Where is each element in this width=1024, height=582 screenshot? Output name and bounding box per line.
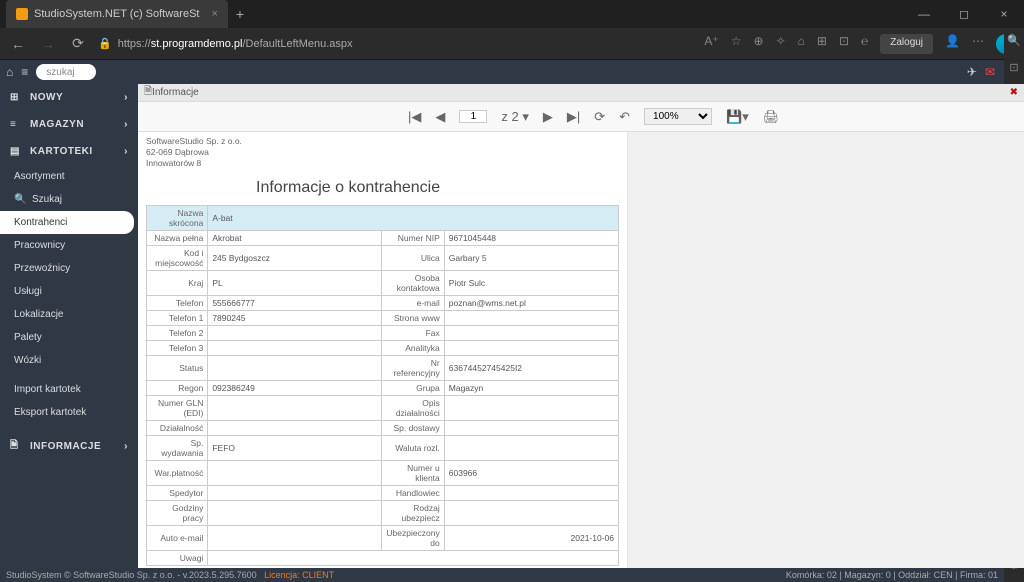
company-name: SoftwareStudio Sp. z o.o. bbox=[146, 136, 619, 147]
sidebar-item-kontrahenci[interactable]: Kontrahenci bbox=[0, 211, 134, 234]
report-body: SoftwareStudio Sp. z o.o. 62-069 Dąbrowa… bbox=[138, 132, 628, 568]
sidebar-item-pracownicy[interactable]: Pracownicy bbox=[0, 234, 138, 257]
plus-box-icon: ⊞ bbox=[10, 92, 22, 103]
read-aloud-icon[interactable]: A⁺ bbox=[704, 34, 718, 54]
status-left: StudioSystem © SoftwareStudio Sp. z o.o.… bbox=[6, 570, 257, 580]
sidebar-item-eksport-kartotek[interactable]: Eksport kartotek bbox=[0, 401, 138, 424]
doc-icon: 🗎 bbox=[10, 438, 22, 455]
company-street: Innowatorów 8 bbox=[146, 158, 619, 169]
prev-page-button[interactable]: ◀ bbox=[435, 109, 445, 125]
page-of-label: z 2 ▾ bbox=[501, 109, 528, 125]
print-button[interactable]: 🖨 bbox=[763, 109, 780, 125]
refresh-report-button[interactable]: ⟳ bbox=[594, 109, 605, 125]
send-icon[interactable]: ✈ bbox=[967, 65, 977, 79]
app-topbar: ⌂ ≡ szukaj ✈ ✉ 👤 bbox=[0, 60, 1024, 84]
content-header: 🗎 Informacje ✖ bbox=[138, 84, 1024, 102]
sidebar-item-asortyment[interactable]: Asortyment bbox=[0, 165, 138, 188]
sidebar-section-nowy[interactable]: ⊞ NOWY › bbox=[0, 84, 138, 111]
close-panel-icon[interactable]: ✖ bbox=[1010, 87, 1018, 98]
search-input[interactable]: szukaj bbox=[36, 64, 96, 80]
close-tab-icon[interactable]: × bbox=[211, 8, 217, 20]
star-icon[interactable]: ☆ bbox=[731, 34, 742, 54]
sidebar-item-szukaj[interactable]: 🔍Szukaj bbox=[0, 188, 138, 211]
edge-bag-icon[interactable]: ⊡ bbox=[1009, 61, 1018, 74]
sidebar-section-kartoteki[interactable]: ▤ KARTOTEKI › bbox=[0, 138, 138, 165]
back-parent-button[interactable]: ↶ bbox=[619, 109, 630, 125]
forward-button[interactable]: → bbox=[38, 36, 58, 52]
chevron-right-icon: › bbox=[124, 92, 128, 103]
ext3-icon[interactable]: ⊡ bbox=[839, 34, 849, 54]
window-close-button[interactable]: × bbox=[984, 0, 1024, 28]
item-icon: 🔍 bbox=[14, 194, 26, 205]
login-button[interactable]: Zaloguj bbox=[880, 34, 933, 54]
menu-button[interactable]: ⋯ bbox=[972, 34, 984, 54]
chevron-right-icon: › bbox=[124, 441, 128, 452]
status-bar: StudioSystem © SoftwareStudio Sp. z o.o.… bbox=[0, 568, 1004, 582]
sidebar-item-palety[interactable]: Palety bbox=[0, 326, 138, 349]
collections-icon[interactable]: ⊞ bbox=[817, 34, 827, 54]
page-number-input[interactable] bbox=[459, 110, 487, 123]
window-titlebar: StudioSystem.NET (c) SoftwareSt × + — ◻ … bbox=[0, 0, 1024, 28]
ext1-icon[interactable]: ⊕ bbox=[754, 34, 764, 54]
sidebar-item-wózki[interactable]: Wózki bbox=[0, 349, 138, 372]
chevron-right-icon: › bbox=[124, 146, 128, 157]
ext2-icon[interactable]: ✧ bbox=[776, 34, 786, 54]
cards-icon: ▤ bbox=[10, 146, 22, 157]
refresh-button[interactable]: ⟳ bbox=[68, 35, 88, 52]
browser-tab[interactable]: StudioSystem.NET (c) SoftwareSt × bbox=[6, 0, 228, 28]
info-table: Nazwa skróconaA-bat Nazwa pełnaAkrobatNu… bbox=[146, 205, 619, 566]
save-button[interactable]: 💾▾ bbox=[726, 109, 749, 125]
edge-search-icon[interactable]: 🔍 bbox=[1007, 34, 1021, 47]
sidebar-item-lokalizacje[interactable]: Lokalizacje bbox=[0, 303, 138, 326]
content-area: 🗎 Informacje ✖ |◀ ◀ z 2 ▾ ▶ ▶| ⟳ ↶ 100% … bbox=[138, 84, 1024, 568]
window-minimize-button[interactable]: — bbox=[904, 0, 944, 28]
url-input[interactable]: 🔒 https://st.programdemo.pl/DefaultLeftM… bbox=[98, 37, 694, 50]
content-title: Informacje bbox=[152, 87, 199, 98]
favorites-icon[interactable]: ⌂ bbox=[798, 34, 805, 54]
sidebar-section-informacje[interactable]: 🗎 INFORMACJE › bbox=[0, 430, 138, 463]
browser-address-bar: ← → ⟳ 🔒 https://st.programdemo.pl/Defaul… bbox=[0, 28, 1024, 60]
sidebar-item-przewoźnicy[interactable]: Przewoźnicy bbox=[0, 257, 138, 280]
new-tab-button[interactable]: + bbox=[236, 6, 244, 22]
report-title: Informacje o kontrahencie bbox=[256, 179, 619, 197]
next-page-button[interactable]: ▶ bbox=[543, 109, 553, 125]
first-page-button[interactable]: |◀ bbox=[408, 109, 421, 125]
report-toolbar: |◀ ◀ z 2 ▾ ▶ ▶| ⟳ ↶ 100% 💾▾ 🖨 bbox=[138, 102, 1024, 132]
tab-title: StudioSystem.NET (c) SoftwareSt bbox=[34, 8, 199, 20]
status-right: Komórka: 02 | Magazyn: 0 | Oddział: CEN … bbox=[786, 570, 998, 580]
sidebar-item-usługi[interactable]: Usługi bbox=[0, 280, 138, 303]
sidebar-section-magazyn[interactable]: ≡ MAGAZYN › bbox=[0, 111, 138, 138]
last-page-button[interactable]: ▶| bbox=[567, 109, 580, 125]
company-city: 62-069 Dąbrowa bbox=[146, 147, 619, 158]
window-maximize-button[interactable]: ◻ bbox=[944, 0, 984, 28]
doc-icon: 🗎 bbox=[144, 84, 152, 101]
license-link[interactable]: Licencja: CLIENT bbox=[264, 570, 334, 580]
menu-icon[interactable]: ≡ bbox=[21, 65, 28, 79]
mail-icon[interactable]: ✉ bbox=[985, 65, 995, 79]
back-button[interactable]: ← bbox=[8, 36, 28, 52]
sidebar-item-import-kartotek[interactable]: Import kartotek bbox=[0, 378, 138, 401]
chevron-right-icon: › bbox=[124, 119, 128, 130]
app-sidebar: ⊞ NOWY › ≡ MAGAZYN › ▤ KARTOTEKI › Asort… bbox=[0, 84, 138, 568]
ext4-icon[interactable]: ℮ bbox=[861, 34, 868, 54]
zoom-select[interactable]: 100% bbox=[644, 108, 712, 125]
tab-favicon bbox=[16, 8, 28, 20]
warehouse-icon: ≡ bbox=[10, 119, 22, 130]
lock-icon: 🔒 bbox=[98, 37, 112, 50]
home-icon[interactable]: ⌂ bbox=[6, 65, 13, 79]
profile-icon[interactable]: 👤 bbox=[945, 34, 960, 54]
